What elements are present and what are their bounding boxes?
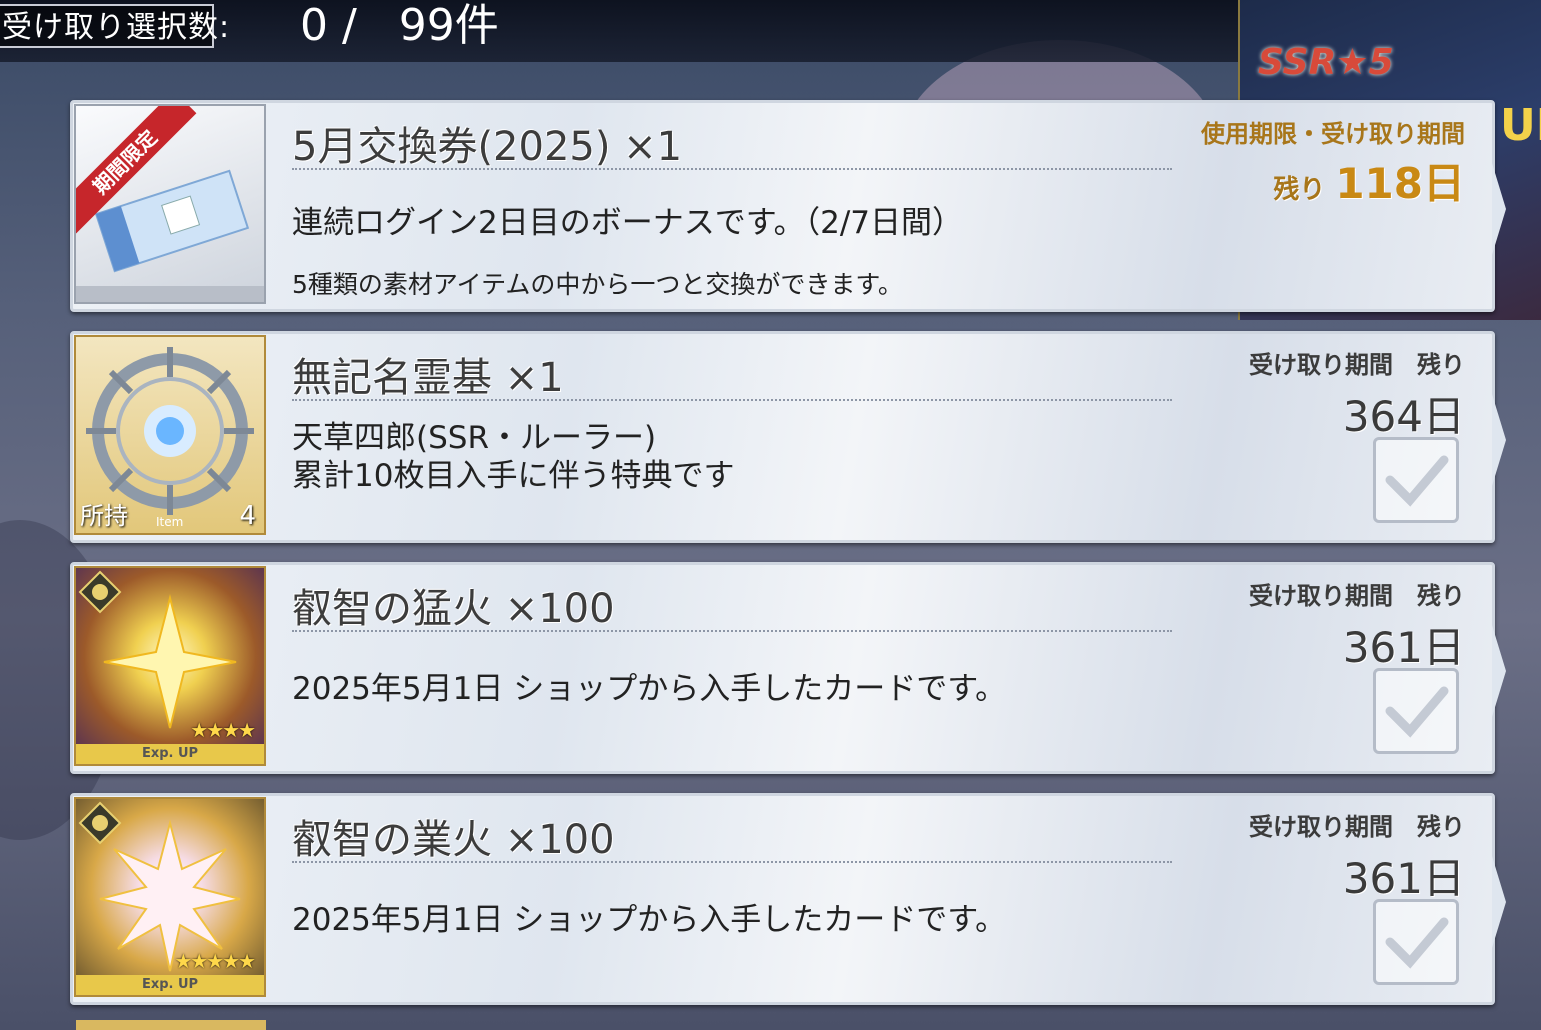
banner-title: SSR★5 (1258, 42, 1394, 83)
owned-item-tag: Item (156, 515, 184, 529)
item-title: 無記名霊基 ×1 (292, 355, 564, 401)
item-title: 5月交換券(2025) ×1 (292, 124, 683, 170)
emblem-icon (78, 570, 122, 614)
emblem-icon (78, 801, 122, 845)
period-label: 受け取り期間 残り (1249, 582, 1465, 610)
present-item[interactable]: 期間限定 5月交換券(2025) ×1 連続ログイン2日目のボーナスです。（2/… (70, 100, 1506, 312)
item-thumbnail-exp-card: ★★★★★ Exp. UP (74, 797, 266, 997)
item-sub-description: 5種類の素材アイテムの中から一つと交換ができます。 (292, 270, 903, 299)
select-checkbox[interactable] (1373, 899, 1459, 985)
item-thumbnail-ticket: 期間限定 (74, 104, 266, 304)
remaining-prefix: 残り (1273, 175, 1326, 205)
exp-up-label: Exp. UP (76, 744, 264, 764)
selection-count-value: 0 / 99件 (300, 0, 499, 51)
select-checkbox[interactable] (1373, 437, 1459, 523)
remaining-days: 364日 (1342, 392, 1465, 441)
divider (292, 630, 1172, 632)
checkmark-icon (1385, 686, 1449, 738)
item-description: 天草四郎(SSR・ルーラー) 累計10枚目入手に伴う特典です (292, 420, 735, 494)
remaining-days: 361日 (1342, 623, 1465, 672)
owned-count: 4 (239, 501, 256, 531)
divider (292, 168, 1172, 170)
checkmark-icon (1385, 455, 1449, 507)
divider (292, 861, 1172, 863)
banner-up-text: UP (1500, 100, 1541, 151)
next-item-edge (76, 1020, 266, 1030)
checkmark-icon (1385, 917, 1449, 969)
remaining-days: 118日 (1335, 159, 1465, 208)
item-thumbnail-saint-graph: 所持 Item 4 (74, 335, 266, 535)
present-item[interactable]: ★★★★★ Exp. UP 叡智の業火 ×100 2025年5月1日 ショップか… (70, 793, 1506, 1005)
rarity-stars: ★★★★ (190, 718, 256, 742)
item-description: 2025年5月1日 ショップから入手したカードです。 (292, 902, 1007, 938)
exp-up-label: Exp. UP (76, 975, 264, 995)
remaining-days: 361日 (1342, 854, 1465, 903)
rarity-stars: ★★★★★ (174, 949, 256, 973)
period-label: 使用期限・受け取り期間 (1201, 120, 1465, 148)
owned-label: 所持 (80, 502, 128, 530)
remaining-days-row: 残り 118日 (1273, 150, 1465, 211)
item-title: 叡智の業火 ×100 (292, 817, 615, 863)
item-thumbnail-exp-card: ★★★★ Exp. UP (74, 566, 266, 766)
divider (292, 399, 1172, 401)
present-item[interactable]: 所持 Item 4 無記名霊基 ×1 天草四郎(SSR・ルーラー) 累計10枚目… (70, 331, 1506, 543)
present-item[interactable]: ★★★★ Exp. UP 叡智の猛火 ×100 2025年5月1日 ショップから… (70, 562, 1506, 774)
item-description: 連続ログイン2日目のボーナスです。（2/7日間） (292, 205, 964, 241)
select-checkbox[interactable] (1373, 668, 1459, 754)
item-title: 叡智の猛火 ×100 (292, 586, 615, 632)
period-label: 受け取り期間 残り (1249, 813, 1465, 841)
item-description: 2025年5月1日 ショップから入手したカードです。 (292, 671, 1007, 707)
selection-count-label: 受け取り選択数: (0, 4, 229, 48)
period-label: 受け取り期間 残り (1249, 351, 1465, 379)
